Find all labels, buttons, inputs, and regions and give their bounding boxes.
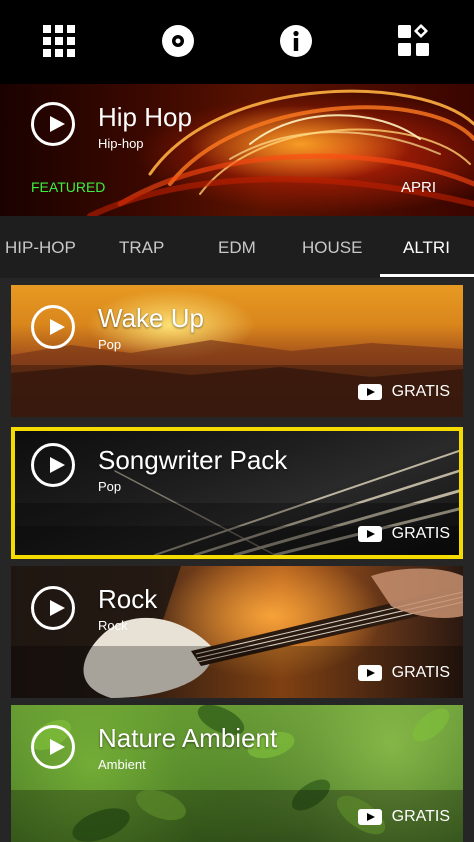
tab-edm[interactable]: EDM — [218, 238, 256, 258]
disc-icon[interactable] — [160, 23, 196, 59]
free-download-button[interactable]: GRATIS — [357, 808, 450, 826]
featured-artwork — [87, 89, 474, 216]
pack-card-rock[interactable]: Rock Rock GRATIS — [11, 566, 463, 698]
grid-icon[interactable] — [41, 23, 77, 59]
free-download-button[interactable]: GRATIS — [357, 525, 450, 543]
card-title: Rock — [98, 584, 158, 614]
tab-house[interactable]: HOUSE — [302, 238, 362, 258]
card-title: Nature Ambient — [98, 723, 278, 753]
card-title: Songwriter Pack — [98, 445, 288, 475]
video-play-icon — [357, 384, 382, 400]
tab-altri[interactable]: ALTRI — [403, 238, 450, 258]
apps-icon[interactable] — [396, 23, 432, 59]
tab-hip-hop[interactable]: HIP-HOP — [5, 238, 76, 258]
pack-card-wake-up[interactable]: Wake Up Pop GRATIS — [11, 285, 463, 417]
featured-badge: FEATURED — [31, 179, 106, 195]
free-download-button[interactable]: GRATIS — [357, 383, 450, 401]
video-play-icon — [357, 526, 382, 542]
card-subtitle: Ambient — [98, 757, 146, 772]
play-button[interactable] — [31, 443, 75, 487]
featured-title: Hip Hop — [98, 102, 192, 132]
price-label: GRATIS — [391, 808, 450, 825]
video-play-icon — [357, 809, 382, 825]
video-play-icon — [357, 665, 382, 681]
card-subtitle: Rock — [98, 618, 128, 633]
tab-trap[interactable]: TRAP — [119, 238, 164, 258]
card-subtitle: Pop — [98, 337, 122, 352]
play-button[interactable] — [31, 586, 75, 630]
info-icon[interactable] — [278, 23, 314, 59]
pack-card-songwriter-pack[interactable]: Songwriter Pack Pop GRATIS — [11, 427, 463, 559]
card-title: Wake Up — [98, 303, 204, 333]
price-label: GRATIS — [391, 383, 450, 400]
featured-play-button[interactable] — [31, 102, 75, 146]
active-tab-indicator — [380, 274, 474, 277]
top-bar — [0, 0, 474, 84]
card-subtitle: Pop — [98, 479, 122, 494]
pack-card-nature-ambient[interactable]: Nature Ambient Ambient GRATIS — [11, 705, 463, 842]
featured-subtitle: Hip-hop — [98, 136, 144, 151]
featured-banner[interactable]: Hip Hop Hip-hop FEATURED APRI — [0, 84, 474, 216]
genre-tabs: HIP-HOP TRAP EDM HOUSE ALTRI — [0, 216, 474, 278]
play-button[interactable] — [31, 305, 75, 349]
play-button[interactable] — [31, 725, 75, 769]
price-label: GRATIS — [391, 664, 450, 681]
free-download-button[interactable]: GRATIS — [357, 664, 450, 682]
open-button[interactable]: APRI — [401, 179, 436, 196]
price-label: GRATIS — [391, 525, 450, 542]
